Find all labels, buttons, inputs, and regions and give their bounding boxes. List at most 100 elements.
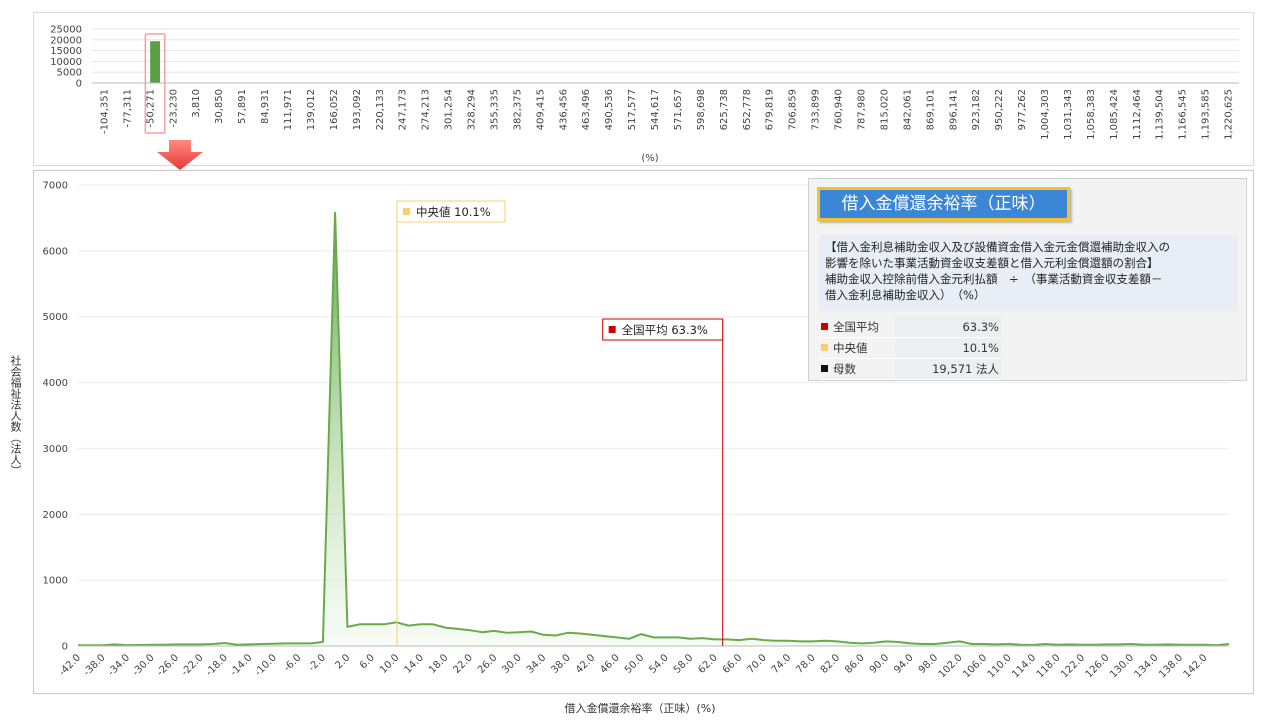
overview-x-tick: 166,052: [329, 89, 340, 130]
stat-value: 10.1%: [895, 337, 1001, 359]
x-tick-label: 106.0: [961, 652, 989, 680]
overview-x-tick: 1,031,343: [1063, 89, 1074, 140]
overview-x-tick: 1,193,585: [1201, 89, 1212, 140]
x-tick-label: 14.0: [402, 652, 426, 676]
overview-x-tick: 1,139,504: [1155, 89, 1166, 140]
overview-x-tick: -50,271: [145, 89, 156, 128]
stat-label: 全国平均: [833, 320, 879, 334]
description-line: 借入金利息補助金収入） （%）: [825, 288, 986, 302]
median-square-icon: [821, 344, 828, 351]
x-axis-label: 借入金償還余裕率（正味）(%): [564, 702, 716, 715]
overview-x-tick: 382,375: [512, 89, 523, 130]
overview-x-tick: 625,738: [719, 89, 730, 130]
overview-x-tick: 842,061: [902, 89, 913, 130]
overview-x-tick: 923,182: [971, 89, 982, 130]
x-tick-label: 94.0: [892, 652, 916, 676]
x-tick-label: 142.0: [1182, 652, 1210, 680]
stat-row-median: 中央値 10.1%: [819, 337, 1001, 359]
overview-x-tick: 220,133: [375, 89, 386, 130]
stat-label: 中央値: [833, 341, 868, 355]
x-tick-label: 78.0: [794, 652, 818, 676]
x-tick-label: 130.0: [1108, 652, 1136, 680]
description-line: 影響を除いた事業活動資金収支差額と借入元利金償還額の割合】: [825, 256, 1159, 270]
x-tick-label: 34.0: [525, 652, 549, 676]
overview-y-tick: 10000: [50, 57, 82, 68]
overview-x-tick: 869,101: [925, 89, 936, 130]
x-tick-label: 138.0: [1157, 652, 1185, 680]
x-tick-label: -2.0: [306, 652, 328, 674]
overview-x-tick: 193,092: [352, 89, 363, 130]
stat-row-mean: 全国平均 63.3%: [819, 317, 1001, 338]
overview-bar: [150, 41, 161, 83]
overview-x-tick: 679,819: [765, 89, 776, 130]
overview-y-tick: 25000: [50, 25, 82, 36]
overview-x-tick: 977,262: [1017, 89, 1028, 130]
indicator-title: 借入金償還余裕率（正味）: [817, 187, 1070, 221]
mean-square-icon: [608, 326, 616, 333]
overview-x-tick: 571,657: [673, 89, 684, 130]
x-tick-label: 74.0: [770, 652, 794, 676]
x-tick-label: 110.0: [986, 652, 1014, 680]
overview-x-tick: 1,004,303: [1040, 89, 1051, 140]
x-tick-label: 114.0: [1010, 652, 1038, 680]
x-tick-label: 38.0: [549, 652, 573, 676]
mean-marker: 全国平均 63.3%: [602, 318, 724, 341]
overview-x-tick: 274,213: [421, 89, 432, 130]
x-tick-label: -42.0: [57, 652, 83, 678]
description-line: 【借入金利息補助金収入及び設備資金借入金元金償還補助金収入の: [825, 240, 1170, 254]
x-tick-label: 30.0: [500, 652, 524, 676]
overview-x-tick: 733,899: [811, 89, 822, 130]
x-tick-label: -22.0: [179, 652, 205, 678]
overview-x-tick: 301,254: [444, 89, 455, 130]
overview-x-tick: 111,971: [283, 89, 294, 130]
x-tick-label: 82.0: [819, 652, 843, 676]
y-tick-label: 5000: [43, 312, 68, 323]
overview-x-tick: 84,931: [260, 89, 271, 124]
x-tick-label: 62.0: [696, 652, 720, 676]
y-tick-label: 1000: [43, 576, 68, 587]
x-tick-label: -18.0: [204, 652, 230, 678]
x-tick-label: -26.0: [155, 652, 181, 678]
x-tick-label: 122.0: [1059, 652, 1087, 680]
overview-x-tick: 950,222: [994, 89, 1005, 130]
overview-x-tick: 1,220,625: [1224, 89, 1235, 140]
overview-y-tick: 0: [76, 79, 82, 90]
stat-label: 母数: [833, 362, 856, 376]
overview-x-tick: 355,335: [489, 89, 500, 130]
x-tick-label: 18.0: [427, 652, 451, 676]
overview-x-tick: 1,112,464: [1132, 89, 1143, 140]
overview-x-tick: 139,012: [306, 89, 317, 130]
stat-value: 19,571 法人: [895, 358, 1001, 380]
y-tick-label: 4000: [43, 378, 68, 389]
mean-square-icon: [821, 323, 828, 330]
median-marker: 中央値 10.1%: [396, 200, 506, 223]
x-tick-label: -14.0: [228, 652, 254, 678]
x-tick-label: -30.0: [131, 652, 157, 678]
x-tick-label: 86.0: [843, 652, 867, 676]
y-tick-label: 7000: [43, 181, 68, 192]
overview-x-tick: 328,294: [467, 89, 478, 130]
stats-table: 全国平均 63.3% 中央値 10.1% 母数 19,571 法人: [819, 317, 1001, 380]
overview-x-tick: 3,810: [191, 89, 202, 118]
indicator-description: 【借入金利息補助金収入及び設備資金借入金元金償還補助金収入の 影響を除いた事業活…: [819, 235, 1238, 311]
x-tick-label: 102.0: [937, 652, 965, 680]
overview-chart-panel: 0 5000 10000 15000 20000 25000 -104,351 -77,311…: [33, 12, 1254, 166]
overview-x-tick: 815,020: [879, 89, 890, 130]
overview-x-tick: 1,166,545: [1178, 89, 1189, 140]
overview-y-tick: 15000: [50, 46, 82, 57]
stat-row-count: 母数 19,571 法人: [819, 358, 1001, 380]
overview-x-tick: 247,173: [398, 89, 409, 130]
x-tick-label: 54.0: [647, 652, 671, 676]
indicator-info-box: 借入金償還余裕率（正味） 【借入金利息補助金収入及び設備資金借入金元金償還補助金…: [808, 178, 1247, 381]
overview-y-tick: 5000: [57, 68, 82, 79]
x-tick-label: 118.0: [1035, 652, 1063, 680]
x-tick-label: 134.0: [1133, 652, 1161, 680]
zoom-arrow-icon: [157, 140, 203, 170]
stat-value: 63.3%: [895, 317, 1001, 338]
overview-x-tick: 706,859: [788, 89, 799, 130]
y-tick-label: 2000: [43, 510, 68, 521]
overview-x-tick: 463,496: [581, 89, 592, 130]
x-tick-label: -34.0: [106, 652, 132, 678]
x-tick-label: -6.0: [282, 652, 304, 674]
overview-x-tick: 57,891: [237, 89, 248, 124]
